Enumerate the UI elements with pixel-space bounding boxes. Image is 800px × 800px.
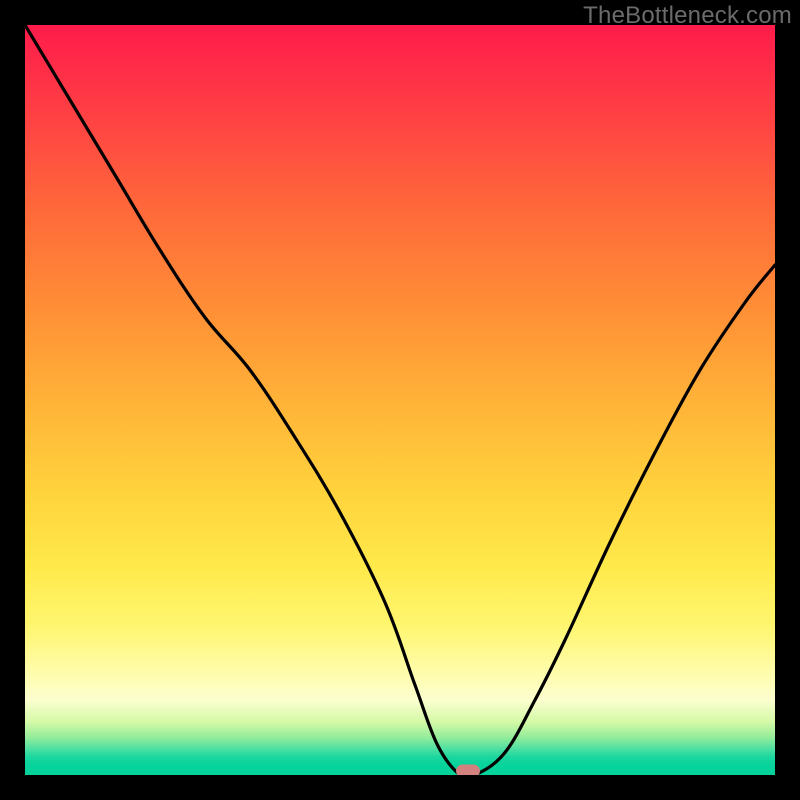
bottleneck-curve [25, 25, 775, 775]
curve-svg [25, 25, 775, 775]
chart-frame: TheBottleneck.com [0, 0, 800, 800]
plot-area [25, 25, 775, 775]
optimal-point-marker [456, 765, 480, 776]
watermark-text: TheBottleneck.com [583, 2, 792, 30]
